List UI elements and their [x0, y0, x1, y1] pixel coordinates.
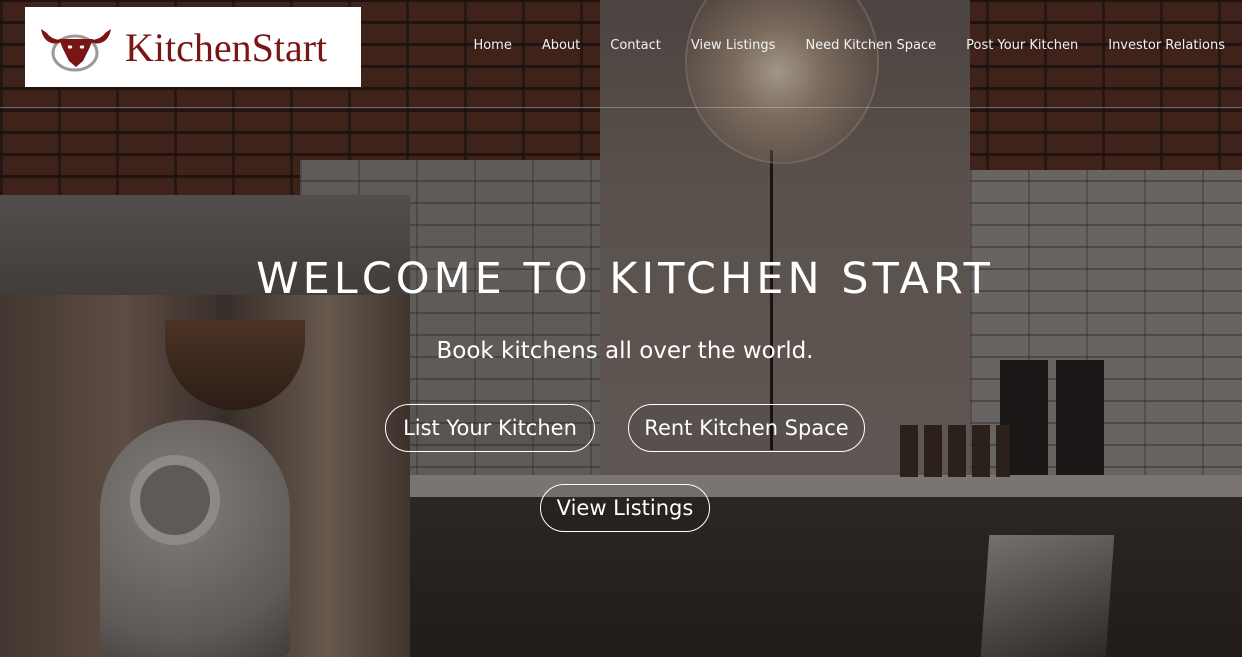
logo-text: KitchenStart: [125, 24, 328, 70]
nav-item-investor-relations[interactable]: Investor Relations: [1078, 38, 1225, 53]
site-header: KitchenStart Home About Contact View Lis…: [0, 0, 1242, 108]
hero-subtitle: Book kitchens all over the world.: [436, 338, 814, 364]
hero-section: KitchenStart Home About Contact View Lis…: [0, 0, 1242, 657]
list-your-kitchen-button[interactable]: List Your Kitchen: [385, 404, 595, 452]
hero-title: WELCOME TO KITCHEN START: [256, 254, 994, 304]
logo[interactable]: KitchenStart: [25, 7, 361, 87]
nav-item-about[interactable]: About: [512, 38, 580, 53]
rent-kitchen-space-button[interactable]: Rent Kitchen Space: [628, 404, 865, 452]
main-nav: Home About Contact View Listings Need Ki…: [443, 38, 1225, 53]
bull-head-icon: [41, 29, 111, 72]
nav-item-home[interactable]: Home: [443, 38, 511, 53]
nav-item-view-listings[interactable]: View Listings: [661, 38, 776, 53]
view-listings-button[interactable]: View Listings: [540, 484, 710, 532]
nav-item-contact[interactable]: Contact: [580, 38, 661, 53]
nav-item-need-kitchen-space[interactable]: Need Kitchen Space: [775, 38, 936, 53]
nav-item-post-your-kitchen[interactable]: Post Your Kitchen: [936, 38, 1078, 53]
